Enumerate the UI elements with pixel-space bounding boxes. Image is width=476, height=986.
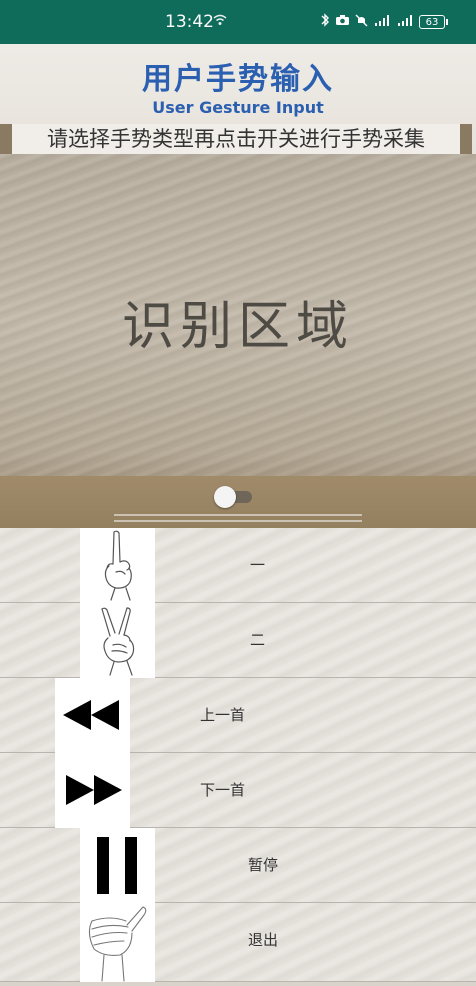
pause-icon xyxy=(80,828,155,903)
wifi-icon xyxy=(213,14,227,29)
gesture-row-pause[interactable]: 暂停 xyxy=(0,828,476,903)
status-icons: 63 xyxy=(320,13,448,30)
gesture-row-exit[interactable]: 退出 xyxy=(0,903,476,982)
gesture-label: 上一首 xyxy=(200,706,246,724)
camera-icon xyxy=(335,14,350,29)
header: 用户手势输入 User Gesture Input 请选择手势类型再点击开关进行… xyxy=(0,44,476,154)
status-bar: 13:42 63 xyxy=(0,0,476,44)
index-finger-hand-icon xyxy=(80,528,155,603)
gesture-list: 一 二 上一首 下一首 暂停 退出 xyxy=(0,528,476,982)
scroll-indicator xyxy=(114,514,362,524)
instruction-edge-left xyxy=(0,124,12,154)
switch-thumb xyxy=(214,486,236,508)
page-title: 用户手势输入 xyxy=(142,62,334,97)
page-subtitle: User Gesture Input xyxy=(152,98,324,117)
instruction-text: 请选择手势类型再点击开关进行手势采集 xyxy=(12,124,460,154)
gesture-label: 一 xyxy=(250,556,266,574)
status-time: 13:42 xyxy=(165,12,214,32)
recognition-area: 识别区域 xyxy=(0,154,476,528)
mute-icon xyxy=(355,14,368,30)
bluetooth-icon xyxy=(320,13,330,30)
capture-switch[interactable] xyxy=(214,486,254,508)
recognition-area-label: 识别区域 xyxy=(121,297,354,357)
gesture-row-one[interactable]: 一 xyxy=(0,528,476,603)
instruction-edge-right xyxy=(460,124,472,154)
thumb-hand-icon xyxy=(80,903,155,982)
signal-icon-1 xyxy=(373,14,391,30)
gesture-label: 下一首 xyxy=(200,781,246,799)
rewind-icon xyxy=(55,678,130,753)
gesture-label: 退出 xyxy=(248,931,279,949)
signal-icon-2 xyxy=(396,14,414,30)
gesture-label: 暂停 xyxy=(248,856,279,874)
gesture-row-previous[interactable]: 上一首 xyxy=(0,678,476,753)
gesture-row-two[interactable]: 二 xyxy=(0,603,476,678)
gesture-row-next[interactable]: 下一首 xyxy=(0,753,476,828)
battery-icon: 63 xyxy=(419,14,448,29)
fast-forward-icon xyxy=(55,753,130,828)
gesture-label: 二 xyxy=(250,631,266,649)
victory-hand-icon xyxy=(80,603,155,678)
